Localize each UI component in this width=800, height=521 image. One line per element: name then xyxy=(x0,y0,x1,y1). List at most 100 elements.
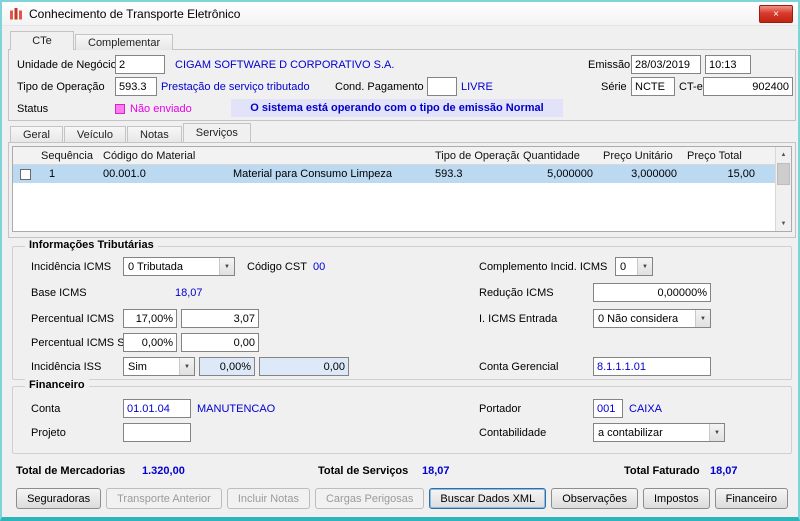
icms-entrada-select[interactable]: 0 Não considera ▼ xyxy=(593,309,711,328)
row-quantidade: 5,000000 xyxy=(519,168,599,180)
cond-pagamento-input[interactable] xyxy=(427,77,457,96)
incidencia-iss-amount-input[interactable] xyxy=(259,357,349,376)
base-icms-label: Base ICMS xyxy=(31,287,87,299)
row-checkbox-cell xyxy=(13,169,37,180)
row-checkbox[interactable] xyxy=(20,169,31,180)
incidencia-iss-select[interactable]: Sim ▼ xyxy=(123,357,195,376)
financeiro-button[interactable]: Financeiro xyxy=(715,488,788,509)
percentual-icms-value-input[interactable] xyxy=(181,309,259,328)
tab-notas[interactable]: Notas xyxy=(127,126,182,142)
total-servicos-label: Total de Serviços xyxy=(318,465,408,477)
unidade-negocio-description: CIGAM SOFTWARE D CORPORATIVO S.A. xyxy=(175,59,394,71)
incidencia-icms-label: Incidência ICMS xyxy=(31,261,111,273)
row-preco-total: 15,00 xyxy=(683,168,761,180)
row-sequencia: 1 xyxy=(37,168,99,180)
app-icon xyxy=(9,7,23,21)
cte-number-label: CT-e xyxy=(679,81,703,93)
grid-vertical-scrollbar[interactable]: ▲ ▼ xyxy=(775,147,791,231)
tributarias-groupbox: Informações Tributárias Incidência ICMS … xyxy=(12,246,792,380)
total-servicos-value: 18,07 xyxy=(422,465,450,477)
window-title: Conhecimento de Transporte Eletrônico xyxy=(29,7,240,21)
grid-header-preco-unitario: Preço Unitário xyxy=(599,150,683,162)
contabilidade-label: Contabilidade xyxy=(479,427,546,439)
dropdown-arrow-icon: ▼ xyxy=(219,258,234,275)
percentual-icms-pct-input[interactable] xyxy=(123,309,177,328)
reducao-icms-label: Redução ICMS xyxy=(479,287,554,299)
serie-label: Série xyxy=(601,81,627,93)
transporte-anterior-button: Transporte Anterior xyxy=(106,488,222,509)
status-indicator-icon xyxy=(115,104,125,114)
grid-body: Sequência Código do Material Tipo de Ope… xyxy=(13,147,775,231)
titlebar: Conhecimento de Transporte Eletrônico × xyxy=(2,2,798,26)
conta-gerencial-label: Conta Gerencial xyxy=(479,361,559,373)
percentual-icms-st-value-input[interactable] xyxy=(181,333,259,352)
conta-label: Conta xyxy=(31,403,60,415)
tab-cte[interactable]: CTe xyxy=(10,31,74,50)
percentual-icms-st-pct-input[interactable] xyxy=(123,333,177,352)
tab-veiculo[interactable]: Veículo xyxy=(64,126,126,142)
codigo-cst-value: 00 xyxy=(313,261,325,273)
contabilidade-value: a contabilizar xyxy=(594,427,709,439)
scroll-down-icon[interactable]: ▼ xyxy=(776,216,791,231)
tab-servicos[interactable]: Serviços xyxy=(183,123,251,142)
footer-button-row: Seguradoras Transporte Anterior Incluir … xyxy=(12,488,788,509)
conta-input[interactable] xyxy=(123,399,191,418)
projeto-input[interactable] xyxy=(123,423,191,442)
tab-geral[interactable]: Geral xyxy=(10,126,63,142)
contabilidade-select[interactable]: a contabilizar ▼ xyxy=(593,423,725,442)
dropdown-arrow-icon: ▼ xyxy=(179,358,194,375)
servicos-grid: Sequência Código do Material Tipo de Ope… xyxy=(12,146,792,232)
row-codigo: 00.001.0 xyxy=(99,168,229,180)
scrollbar-thumb[interactable] xyxy=(777,163,790,185)
icms-entrada-value: 0 Não considera xyxy=(594,313,695,325)
cte-number-input[interactable] xyxy=(703,77,793,96)
emissao-date-input[interactable] xyxy=(631,55,701,74)
incidencia-iss-value: Sim xyxy=(124,361,179,373)
main-tabstrip: CTe Complementar xyxy=(10,32,174,50)
dropdown-arrow-icon: ▼ xyxy=(709,424,724,441)
tributarias-title: Informações Tributárias xyxy=(25,239,158,251)
incidencia-iss-pct-input[interactable] xyxy=(199,357,255,376)
impostos-button[interactable]: Impostos xyxy=(643,488,710,509)
grid-row-selected[interactable]: 1 00.001.0 Material para Consumo Limpeza… xyxy=(13,165,775,183)
row-tipo-operacao: 593.3 xyxy=(431,168,519,180)
complemento-incid-label: Complemento Incid. ICMS xyxy=(479,261,607,273)
tab-complementar[interactable]: Complementar xyxy=(75,34,173,50)
projeto-label: Projeto xyxy=(31,427,66,439)
conta-gerencial-input[interactable] xyxy=(593,357,711,376)
row-material: Material para Consumo Limpeza xyxy=(229,168,431,180)
emission-mode-message: O sistema está operando com o tipo de em… xyxy=(231,99,563,117)
percentual-icms-st-label: Percentual ICMS ST xyxy=(31,337,131,349)
reducao-icms-input[interactable] xyxy=(593,283,711,302)
close-button[interactable]: × xyxy=(759,5,793,23)
tipo-operacao-input[interactable] xyxy=(115,77,157,96)
total-mercadorias-value: 1.320,00 xyxy=(142,465,185,477)
grid-header-sequencia: Sequência xyxy=(37,150,99,162)
serie-input[interactable] xyxy=(631,77,675,96)
row-preco-unitario: 3,000000 xyxy=(599,168,683,180)
cond-pagamento-description: LIVRE xyxy=(461,81,493,93)
grid-header-row: Sequência Código do Material Tipo de Ope… xyxy=(13,147,775,165)
status-label: Status xyxy=(17,103,48,115)
close-icon: × xyxy=(773,9,779,20)
grid-header-codigo: Código do Material xyxy=(99,150,229,162)
observacoes-button[interactable]: Observações xyxy=(551,488,638,509)
complemento-incid-select[interactable]: 0 ▼ xyxy=(615,257,653,276)
unidade-negocio-input[interactable] xyxy=(115,55,165,74)
seguradoras-button[interactable]: Seguradoras xyxy=(16,488,101,509)
incidencia-icms-select[interactable]: 0 Tributada ▼ xyxy=(123,257,235,276)
percentual-icms-label: Percentual ICMS xyxy=(31,313,114,325)
portador-description: CAIXA xyxy=(629,403,662,415)
incidencia-iss-label: Incidência ISS xyxy=(31,361,101,373)
scroll-up-icon[interactable]: ▲ xyxy=(776,147,791,162)
incidencia-icms-value: 0 Tributada xyxy=(124,261,219,273)
portador-input[interactable] xyxy=(593,399,623,418)
buscar-dados-xml-button[interactable]: Buscar Dados XML xyxy=(429,488,546,509)
dropdown-arrow-icon: ▼ xyxy=(637,258,652,275)
complemento-incid-value: 0 xyxy=(616,261,637,273)
emissao-time-input[interactable] xyxy=(705,55,751,74)
incluir-notas-button: Incluir Notas xyxy=(227,488,310,509)
grid-header-tipo-operacao: Tipo de Operação xyxy=(431,150,519,162)
portador-label: Portador xyxy=(479,403,521,415)
tipo-operacao-label: Tipo de Operação xyxy=(17,81,105,93)
